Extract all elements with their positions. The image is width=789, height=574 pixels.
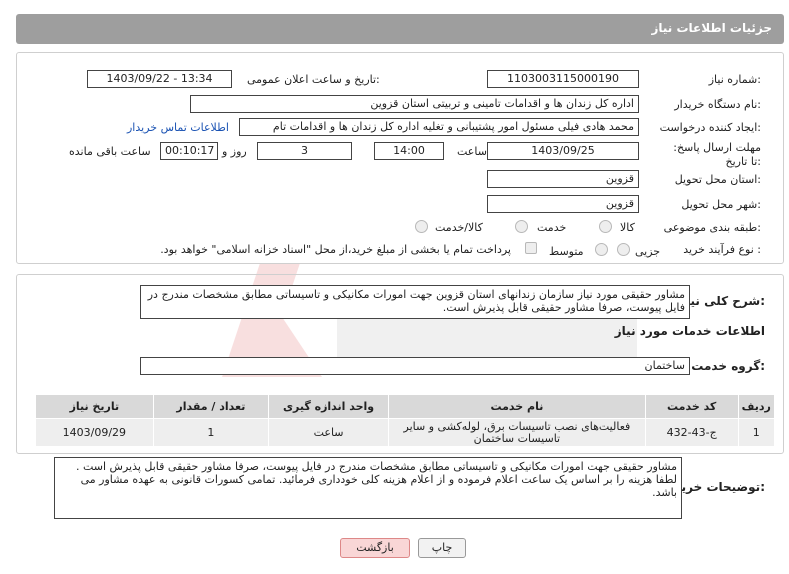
contact-info-link[interactable]: اطلاعات تماس خریدار [127, 121, 229, 134]
back-button[interactable]: بازگشت [340, 538, 410, 558]
cell-code: ج-43-432 [644, 418, 739, 447]
table-header-row: ردیف کد خدمت نام خدمت واحد اندازه گیری ت… [35, 394, 776, 419]
proc-partial-label: جزیی [635, 245, 661, 258]
col-qty: تعداد / مقدار [152, 394, 270, 419]
page-title: جزئیات اطلاعات نیاز [651, 21, 772, 35]
cell-date: 1403/09/29 [35, 418, 154, 447]
proc-medium-radio[interactable] [595, 243, 608, 256]
cell-row: 1 [737, 418, 776, 447]
process-label: نوع فرآیند خرید : [683, 243, 761, 256]
announce-label: تاریخ و ساعت اعلان عمومی: [247, 73, 380, 86]
services-section-title: اطلاعات خدمات مورد نیاز [614, 324, 765, 338]
time-label: ساعت [457, 145, 487, 158]
proc-medium-label: متوسط [549, 245, 584, 258]
page-header: جزئیات اطلاعات نیاز [16, 14, 784, 44]
col-row: ردیف [737, 394, 776, 419]
cat-goods-service-radio[interactable] [415, 220, 428, 233]
need-number-label: شماره نیاز: [708, 73, 761, 86]
table-row: 1 ج-43-432 فعالیت‌های نصب تاسیسات برق، ل… [35, 418, 776, 447]
deadline-label: مهلت ارسال پاسخ: تا تاریخ: [673, 141, 761, 168]
page: جزئیات اطلاعات نیاز شماره نیاز: 11030031… [2, 2, 787, 572]
summary-label: شرح کلی نیاز: [679, 294, 765, 308]
payment-note: پرداخت تمام یا بخشی از مبلغ خرید،از محل … [160, 243, 511, 256]
city-label: شهر محل تحویل: [681, 198, 761, 211]
service-group-label: گروه خدمت: [691, 359, 765, 373]
cat-goods-radio[interactable] [599, 220, 612, 233]
cat-service-label: خدمت [537, 221, 567, 234]
deadline-date-field: 1403/09/25 [487, 142, 639, 160]
remaining-label: ساعت باقی مانده [69, 145, 151, 158]
cat-goods-service-label: کالا/خدمت [435, 221, 483, 234]
days-label: روز و [222, 145, 247, 158]
province-label: استان محل تحویل: [674, 173, 761, 186]
col-code: کد خدمت [644, 394, 739, 419]
details-panel: شماره نیاز: 1103003115000190 تاریخ و ساع… [16, 52, 784, 264]
cell-unit: ساعت [268, 418, 389, 447]
services-table: ردیف کد خدمت نام خدمت واحد اندازه گیری ت… [35, 394, 776, 447]
remaining-time-field: 00:10:17 [160, 142, 218, 160]
creator-field: محمد هادی فیلی مسئول امور پشتیبانی و تغل… [239, 118, 639, 136]
buyer-org-field: اداره کل زندان ها و اقدامات تامینی و ترب… [190, 95, 639, 113]
col-date: تاریخ نیاز [35, 394, 154, 419]
cat-goods-label: کالا [620, 221, 635, 234]
days-field: 3 [257, 142, 352, 160]
payment-checkbox[interactable] [525, 242, 537, 254]
creator-label: ایجاد کننده درخواست: [659, 121, 761, 134]
buyer-notes-textarea[interactable]: مشاور حقیقی جهت امورات مکانیکی و تاسیسات… [54, 457, 682, 519]
city-field: قزوین [487, 195, 639, 213]
cell-qty: 1 [152, 418, 270, 447]
buyer-org-label: نام دستگاه خریدار: [674, 98, 761, 111]
category-label: طبقه بندی موضوعی: [663, 221, 761, 234]
cat-service-radio[interactable] [515, 220, 528, 233]
deadline-time-field: 14:00 [374, 142, 444, 160]
announce-field: 1403/09/22 - 13:34 [87, 70, 232, 88]
col-unit: واحد اندازه گیری [268, 394, 389, 419]
province-field: قزوین [487, 170, 639, 188]
summary-textarea[interactable]: مشاور حقیقی مورد نیاز سازمان زندانهای اس… [140, 285, 690, 319]
print-button[interactable]: چاپ [418, 538, 466, 558]
cell-name: فعالیت‌های نصب تاسیسات برق، لوله‌کشی و س… [388, 418, 646, 447]
col-name: نام خدمت [388, 394, 646, 419]
service-group-field: ساختمان [140, 357, 690, 375]
proc-partial-radio[interactable] [617, 243, 630, 256]
need-number-field: 1103003115000190 [487, 70, 639, 88]
